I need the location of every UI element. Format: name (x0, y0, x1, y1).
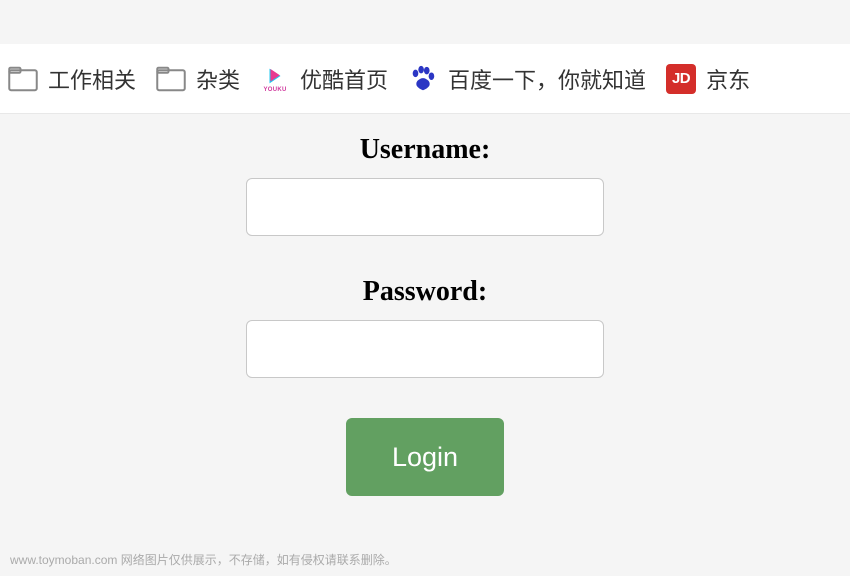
bookmark-label: 京东 (706, 63, 750, 95)
jd-icon: JD (666, 64, 696, 94)
password-input[interactable] (246, 320, 604, 378)
baidu-paw-icon (408, 64, 438, 94)
bookmark-bar: 工作相关 杂类 YOUKU 优酷首页 百度一下，你就知道 JD (0, 44, 850, 114)
bookmark-label: 百度一下，你就知道 (448, 63, 646, 95)
bookmark-youku[interactable]: YOUKU 优酷首页 (260, 63, 388, 95)
login-form-area: Username: Password: Login (0, 114, 850, 496)
folder-icon (156, 66, 186, 92)
youku-icon: YOUKU (260, 64, 290, 94)
username-label: Username: (360, 134, 491, 166)
bookmark-baidu[interactable]: 百度一下，你就知道 (408, 63, 646, 95)
browser-chrome-spacer (0, 0, 850, 44)
password-label: Password: (363, 276, 487, 308)
bookmark-jd[interactable]: JD 京东 (666, 63, 750, 95)
folder-icon (8, 66, 38, 92)
bookmark-work-folder[interactable]: 工作相关 (8, 63, 136, 95)
username-group: Username: (0, 134, 850, 236)
bookmark-label: 杂类 (196, 63, 240, 95)
username-input[interactable] (246, 178, 604, 236)
login-button[interactable]: Login (346, 418, 504, 496)
login-button-wrap: Login (0, 418, 850, 496)
bookmark-misc-folder[interactable]: 杂类 (156, 63, 240, 95)
password-group: Password: (0, 276, 850, 378)
footer-disclaimer: www.toymoban.com 网络图片仅供展示，不存储，如有侵权请联系删除。 (10, 551, 397, 568)
bookmark-label: 优酷首页 (300, 63, 388, 95)
bookmark-label: 工作相关 (48, 63, 136, 95)
